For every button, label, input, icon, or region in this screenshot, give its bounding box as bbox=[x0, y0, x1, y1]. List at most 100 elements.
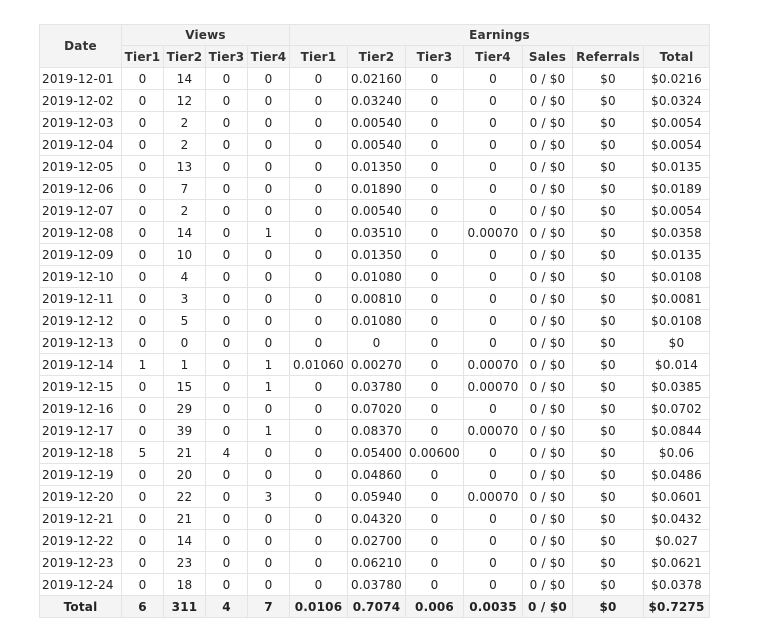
cell-earnings-tier1: 0 bbox=[289, 265, 348, 288]
cell-sales: 0 / $0 bbox=[522, 133, 573, 156]
cell-sales: 0 / $0 bbox=[522, 177, 573, 200]
cell-date: 2019-12-19 bbox=[39, 463, 122, 486]
table-row: 2019-12-06 0 7 0 0 0 0.01890 0 0 0 / $0 $0 $0.0189 bbox=[39, 177, 710, 200]
table-row: 2019-12-24 0 18 0 0 0 0.03780 0 0 0 / $0 $0 $0.0378 bbox=[39, 573, 710, 596]
total-referrals: $0 bbox=[572, 595, 644, 618]
cell-views-tier2: 20 bbox=[163, 463, 206, 486]
earnings-table: Date Views Earnings Tier1 Tier2 Tier3 Ti… bbox=[39, 24, 710, 618]
cell-earnings-tier4: 0 bbox=[463, 155, 523, 178]
cell-date: 2019-12-17 bbox=[39, 419, 122, 442]
cell-earnings-tier3: 0 bbox=[405, 177, 464, 200]
column-header-earnings-tier1: Tier1 bbox=[289, 45, 348, 68]
cell-views-tier4: 0 bbox=[247, 199, 290, 222]
cell-views-tier3: 0 bbox=[205, 287, 248, 310]
cell-total: $0.0358 bbox=[643, 221, 710, 244]
cell-referrals: $0 bbox=[572, 441, 644, 464]
cell-earnings-tier1: 0 bbox=[289, 551, 348, 574]
cell-views-tier3: 0 bbox=[205, 309, 248, 332]
cell-earnings-tier4: 0 bbox=[463, 199, 523, 222]
cell-total: $0.0486 bbox=[643, 463, 710, 486]
cell-earnings-tier2: 0.06210 bbox=[347, 551, 406, 574]
cell-earnings-tier3: 0 bbox=[405, 265, 464, 288]
cell-earnings-tier2: 0.03780 bbox=[347, 375, 406, 398]
cell-date: 2019-12-24 bbox=[39, 573, 122, 596]
cell-earnings-tier4: 0 bbox=[463, 573, 523, 596]
table-row: 2019-12-12 0 5 0 0 0 0.01080 0 0 0 / $0 $0 $0.0108 bbox=[39, 309, 710, 332]
cell-views-tier2: 2 bbox=[163, 199, 206, 222]
totals-row: Total 6 311 4 7 0.0106 0.7074 0.006 0.00… bbox=[39, 595, 710, 618]
cell-earnings-tier1: 0 bbox=[289, 221, 348, 244]
cell-earnings-tier3: 0 bbox=[405, 375, 464, 398]
cell-earnings-tier4: 0 bbox=[463, 551, 523, 574]
cell-total: $0 bbox=[643, 331, 710, 354]
cell-views-tier2: 14 bbox=[163, 67, 206, 90]
cell-referrals: $0 bbox=[572, 375, 644, 398]
cell-total: $0.0324 bbox=[643, 89, 710, 112]
cell-views-tier3: 0 bbox=[205, 265, 248, 288]
cell-date: 2019-12-22 bbox=[39, 529, 122, 552]
cell-views-tier1: 0 bbox=[121, 309, 164, 332]
cell-views-tier3: 0 bbox=[205, 463, 248, 486]
cell-earnings-tier3: 0 bbox=[405, 89, 464, 112]
cell-date: 2019-12-11 bbox=[39, 287, 122, 310]
cell-earnings-tier4: 0 bbox=[463, 111, 523, 134]
cell-earnings-tier1: 0 bbox=[289, 67, 348, 90]
cell-earnings-tier4: 0.00070 bbox=[463, 221, 523, 244]
cell-earnings-tier1: 0 bbox=[289, 529, 348, 552]
totals-label: Total bbox=[39, 595, 122, 618]
cell-earnings-tier3: 0 bbox=[405, 353, 464, 376]
cell-earnings-tier3: 0 bbox=[405, 309, 464, 332]
cell-earnings-tier4: 0 bbox=[463, 133, 523, 156]
cell-date: 2019-12-07 bbox=[39, 199, 122, 222]
table-row: 2019-12-10 0 4 0 0 0 0.01080 0 0 0 / $0 $0 $0.0108 bbox=[39, 265, 710, 288]
cell-views-tier1: 0 bbox=[121, 463, 164, 486]
cell-views-tier2: 2 bbox=[163, 111, 206, 134]
cell-earnings-tier1: 0 bbox=[289, 287, 348, 310]
cell-views-tier3: 4 bbox=[205, 441, 248, 464]
cell-total: $0.0216 bbox=[643, 67, 710, 90]
cell-views-tier1: 0 bbox=[121, 177, 164, 200]
cell-sales: 0 / $0 bbox=[522, 551, 573, 574]
cell-earnings-tier4: 0 bbox=[463, 529, 523, 552]
cell-views-tier1: 0 bbox=[121, 529, 164, 552]
cell-earnings-tier1: 0 bbox=[289, 375, 348, 398]
cell-earnings-tier2: 0.05940 bbox=[347, 485, 406, 508]
total-views-tier2: 311 bbox=[163, 595, 206, 618]
cell-earnings-tier1: 0 bbox=[289, 199, 348, 222]
cell-total: $0.0081 bbox=[643, 287, 710, 310]
cell-earnings-tier1: 0 bbox=[289, 89, 348, 112]
cell-earnings-tier3: 0 bbox=[405, 67, 464, 90]
cell-earnings-tier3: 0 bbox=[405, 133, 464, 156]
cell-views-tier4: 0 bbox=[247, 551, 290, 574]
cell-earnings-tier3: 0 bbox=[405, 397, 464, 420]
cell-earnings-tier4: 0 bbox=[463, 89, 523, 112]
cell-views-tier4: 0 bbox=[247, 133, 290, 156]
cell-earnings-tier1: 0 bbox=[289, 485, 348, 508]
cell-earnings-tier3: 0 bbox=[405, 199, 464, 222]
cell-views-tier2: 2 bbox=[163, 133, 206, 156]
cell-earnings-tier1: 0 bbox=[289, 177, 348, 200]
cell-referrals: $0 bbox=[572, 331, 644, 354]
cell-sales: 0 / $0 bbox=[522, 309, 573, 332]
cell-earnings-tier2: 0.04320 bbox=[347, 507, 406, 530]
table-row: 2019-12-01 0 14 0 0 0 0.02160 0 0 0 / $0 $0 $0.0216 bbox=[39, 67, 710, 90]
cell-sales: 0 / $0 bbox=[522, 243, 573, 266]
cell-referrals: $0 bbox=[572, 287, 644, 310]
cell-sales: 0 / $0 bbox=[522, 375, 573, 398]
cell-views-tier4: 0 bbox=[247, 155, 290, 178]
cell-referrals: $0 bbox=[572, 199, 644, 222]
cell-views-tier2: 14 bbox=[163, 529, 206, 552]
cell-total: $0.0108 bbox=[643, 265, 710, 288]
table-row: 2019-12-02 0 12 0 0 0 0.03240 0 0 0 / $0 $0 $0.0324 bbox=[39, 89, 710, 112]
cell-referrals: $0 bbox=[572, 507, 644, 530]
cell-date: 2019-12-05 bbox=[39, 155, 122, 178]
cell-views-tier3: 0 bbox=[205, 243, 248, 266]
cell-referrals: $0 bbox=[572, 155, 644, 178]
cell-views-tier3: 0 bbox=[205, 155, 248, 178]
cell-views-tier2: 7 bbox=[163, 177, 206, 200]
cell-earnings-tier4: 0 bbox=[463, 287, 523, 310]
column-group-earnings: Earnings bbox=[289, 24, 710, 46]
cell-views-tier3: 0 bbox=[205, 331, 248, 354]
cell-earnings-tier4: 0 bbox=[463, 441, 523, 464]
cell-earnings-tier3: 0 bbox=[405, 221, 464, 244]
